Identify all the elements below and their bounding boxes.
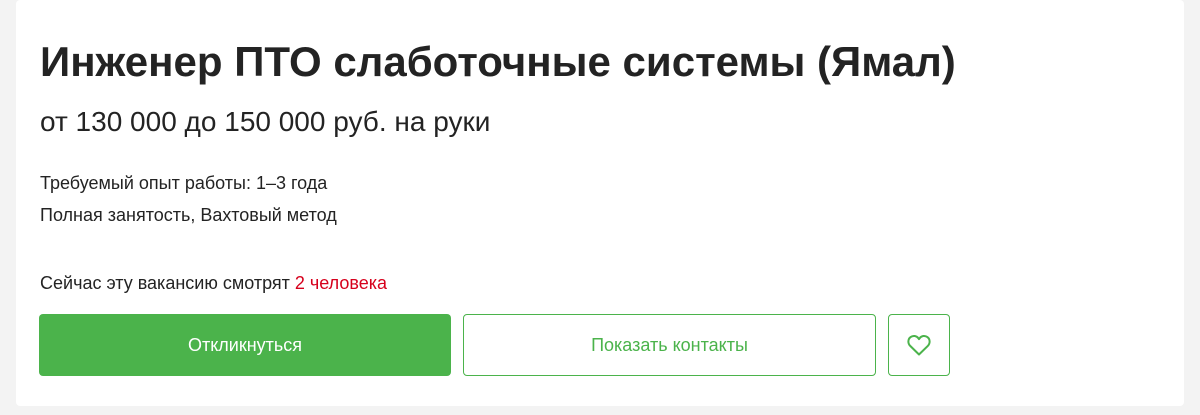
- viewers-notice: Сейчас эту вакансию смотрят 2 человека: [40, 272, 387, 294]
- viewers-count: 2 человека: [294, 273, 388, 293]
- viewers-text: Сейчас эту вакансию смотрят: [40, 273, 295, 293]
- employment-type: Полная занятость, Вахтовый метод: [40, 205, 337, 225]
- show-contacts-button-label: Показать контакты: [591, 334, 748, 355]
- show-contacts-button[interactable]: Показать контакты: [463, 314, 876, 376]
- favorite-button[interactable]: [888, 314, 950, 376]
- respond-button[interactable]: Откликнуться: [39, 314, 451, 376]
- salary: от 130 000 до 150 000 руб. на руки: [40, 106, 491, 137]
- vacancy-card: Инженер ПТО слаботочные системы (Ямал) о…: [16, 0, 1184, 406]
- vacancy-title: Инженер ПТО слаботочные системы (Ямал): [40, 38, 956, 85]
- respond-button-label: Откликнуться: [187, 334, 303, 355]
- heart-icon: [906, 333, 932, 357]
- experience-requirement: Требуемый опыт работы: 1–3 года: [40, 173, 328, 193]
